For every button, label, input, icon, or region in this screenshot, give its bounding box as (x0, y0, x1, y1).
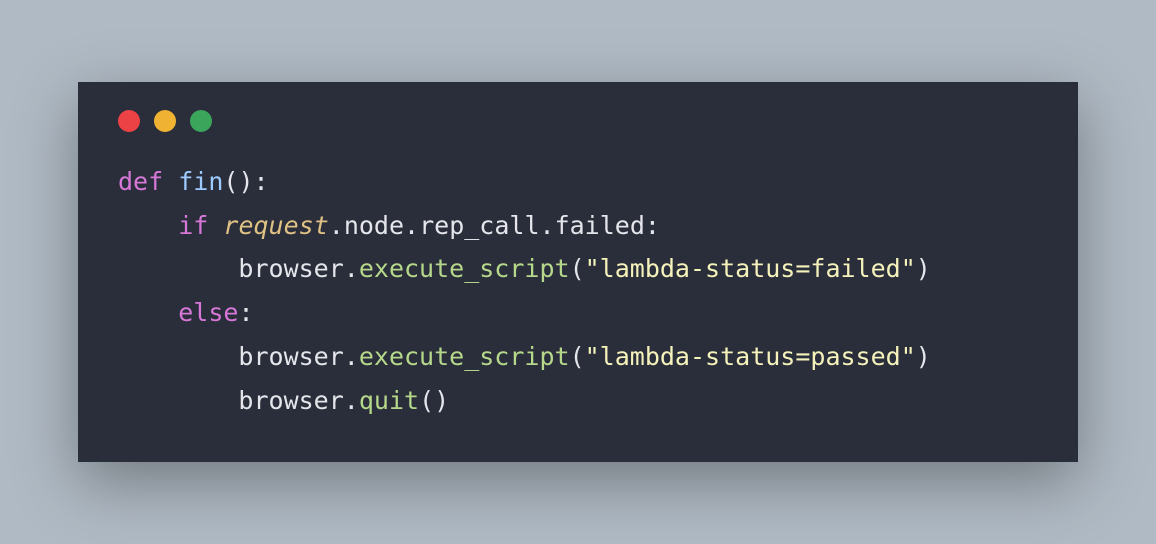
paren-close: ) (916, 342, 931, 371)
dot: . (329, 211, 344, 240)
paren-close: ) (916, 254, 931, 283)
identifier-request: request (223, 211, 328, 240)
dot: . (404, 211, 419, 240)
method-execute-script: execute_script (359, 342, 570, 371)
dot: . (344, 254, 359, 283)
colon: : (645, 211, 660, 240)
paren-open: ( (419, 386, 434, 415)
minimize-icon[interactable] (154, 110, 176, 132)
terminal-window: def fin(): if request.node.rep_call.fail… (78, 82, 1078, 463)
function-name: fin (178, 167, 223, 196)
identifier-browser: browser (238, 386, 343, 415)
identifier-browser: browser (238, 342, 343, 371)
keyword-def: def (118, 167, 163, 196)
paren-open: ( (223, 167, 238, 196)
code-block: def fin(): if request.node.rep_call.fail… (118, 160, 1038, 423)
paren-close: ) (238, 167, 253, 196)
attr-rep-call: rep_call (419, 211, 539, 240)
paren-open: ( (570, 342, 585, 371)
identifier-browser: browser (238, 254, 343, 283)
indent (118, 211, 178, 240)
keyword-else: else (178, 298, 238, 327)
colon: : (254, 167, 269, 196)
method-quit: quit (359, 386, 419, 415)
colon: : (238, 298, 253, 327)
close-icon[interactable] (118, 110, 140, 132)
indent (118, 342, 238, 371)
string-passed: "lambda-status=passed" (585, 342, 916, 371)
attr-node: node (344, 211, 404, 240)
keyword-if: if (178, 211, 208, 240)
dot: . (540, 211, 555, 240)
paren-open: ( (570, 254, 585, 283)
window-controls (118, 110, 1038, 132)
indent (118, 298, 178, 327)
dot: . (344, 386, 359, 415)
method-execute-script: execute_script (359, 254, 570, 283)
dot: . (344, 342, 359, 371)
indent (118, 254, 238, 283)
string-failed: "lambda-status=failed" (585, 254, 916, 283)
indent (118, 386, 238, 415)
attr-failed: failed (555, 211, 645, 240)
maximize-icon[interactable] (190, 110, 212, 132)
paren-close: ) (434, 386, 449, 415)
